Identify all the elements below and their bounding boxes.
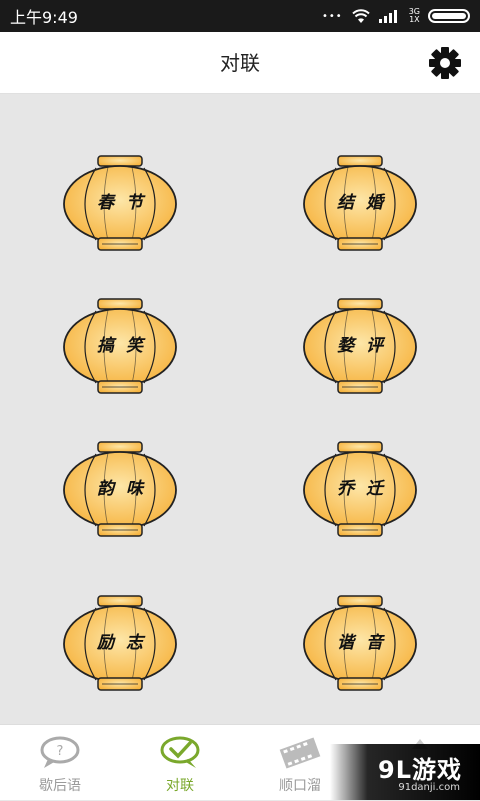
speech-bubble-icon: ?	[40, 736, 80, 768]
lantern-label: 婺评	[337, 336, 395, 356]
lantern-spring-festival[interactable]: 春节	[60, 154, 180, 254]
lantern-comment[interactable]: 婺评	[300, 297, 420, 397]
lantern-housewarming[interactable]: 乔迁	[300, 440, 420, 540]
status-icons: ••• 3G 1X	[322, 8, 470, 24]
lantern-label: 励志	[97, 633, 155, 653]
lantern-wedding[interactable]: 结婚	[300, 154, 420, 254]
network-type: 3G 1X	[409, 8, 420, 24]
network-bottom-label: 1X	[409, 15, 420, 24]
signal-icon	[378, 10, 397, 23]
settings-button[interactable]	[428, 46, 462, 80]
watermark-brand: 9L游戏	[378, 756, 462, 784]
check-bubble-icon	[160, 736, 200, 768]
lantern-label: 搞笑	[97, 336, 155, 356]
lantern-funny[interactable]: 搞笑	[60, 297, 180, 397]
lantern-label: 乔迁	[337, 479, 395, 499]
tab-duilian[interactable]: 对联	[120, 725, 240, 801]
tab-label: 歇后语	[39, 778, 81, 794]
lantern-label: 春节	[97, 193, 155, 213]
lantern-label: 谐音	[337, 633, 395, 653]
notification-dots: •••	[322, 10, 343, 22]
tab-label: 对联	[166, 778, 194, 794]
title-bar: 对联	[0, 32, 480, 94]
film-icon	[279, 737, 321, 769]
category-grid: 春节 结婚 搞笑 婺评 韵味 乔迁 励志 谐音	[0, 94, 480, 724]
watermark: 9L游戏 91danji.com	[330, 744, 480, 800]
watermark-url: 91danji.com	[398, 782, 460, 793]
tab-xiehouyu[interactable]: ? 歇后语	[0, 725, 120, 801]
svg-text:?: ?	[57, 744, 64, 759]
lantern-homophone[interactable]: 谐音	[300, 594, 420, 694]
page-title: 对联	[220, 51, 260, 75]
wifi-icon	[352, 9, 370, 23]
lantern-inspirational[interactable]: 励志	[60, 594, 180, 694]
status-time: 上午9:49	[10, 8, 78, 27]
lantern-label: 结婚	[337, 193, 395, 213]
battery-icon	[428, 9, 470, 23]
lantern-charm[interactable]: 韵味	[60, 440, 180, 540]
gear-icon	[429, 47, 461, 79]
lantern-label: 韵味	[97, 479, 155, 499]
status-bar: 上午9:49 ••• 3G 1X	[0, 0, 480, 32]
